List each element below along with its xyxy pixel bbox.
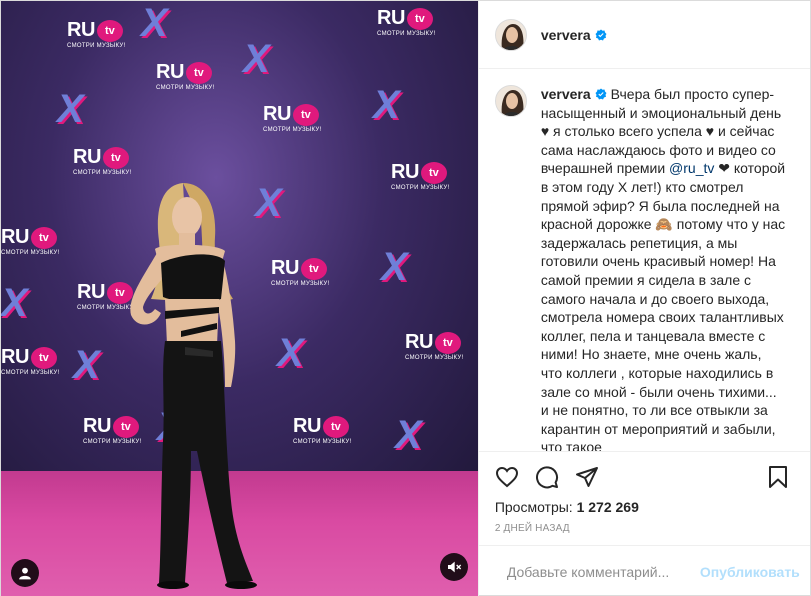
ru-tv-logo: RU tv СМОТРИ МУЗЫКУ! bbox=[377, 7, 436, 37]
comment-input[interactable] bbox=[506, 563, 688, 580]
send-icon bbox=[575, 466, 598, 487]
comment-icon bbox=[535, 465, 558, 488]
comment-form: Опубликовать bbox=[478, 545, 810, 596]
user-icon bbox=[19, 567, 31, 580]
post-container: RU tv СМОТРИ МУЗЫКУ! RU tv СМОТРИ МУЗЫКУ! … bbox=[0, 0, 811, 596]
like-button[interactable] bbox=[487, 457, 527, 497]
avatar[interactable] bbox=[494, 85, 527, 117]
ru-tv-logo: RU tv СМОТРИ МУЗЫКУ! bbox=[73, 146, 132, 176]
mute-button[interactable] bbox=[439, 553, 468, 581]
save-button[interactable] bbox=[758, 457, 798, 497]
ru-tv-logo: RU tv СМОТРИ МУЗЫКУ! bbox=[405, 331, 464, 361]
x-award-logo: X bbox=[141, 1, 168, 45]
view-count: Просмотры: 1 272 269 bbox=[479, 495, 810, 515]
ru-tv-logo: RU tv СМОТРИ МУЗЫКУ! bbox=[156, 61, 215, 91]
comment-button[interactable] bbox=[527, 457, 567, 497]
ru-tv-logo: RU tv СМОТРИ МУЗЫКУ! bbox=[263, 103, 322, 133]
x-award-logo: X bbox=[57, 87, 84, 131]
action-bar bbox=[478, 451, 810, 497]
x-award-logo: X bbox=[373, 83, 400, 127]
post-comment-button[interactable]: Опубликовать bbox=[700, 564, 800, 580]
share-button[interactable] bbox=[567, 457, 607, 497]
ru-tv-logo: RU tv СМОТРИ МУЗЫКУ! bbox=[391, 161, 450, 191]
caption-text-end: ❤ которой в этом году X лет!) кто смотре… bbox=[540, 160, 786, 451]
post-timestamp[interactable]: 2 дней назад bbox=[479, 515, 810, 534]
ru-tv-logo: RU tv СМОТРИ МУЗЫКУ! bbox=[1, 226, 60, 256]
post-caption: ververa Вчера был просто супер-насыщенны… bbox=[541, 85, 786, 451]
post-header: ververa bbox=[478, 1, 810, 69]
x-award-logo: X bbox=[381, 245, 408, 289]
x-award-logo: X bbox=[395, 413, 422, 457]
tagged-users-button[interactable] bbox=[11, 559, 39, 587]
bookmark-icon bbox=[769, 465, 787, 488]
heart-icon bbox=[495, 466, 518, 487]
x-award-logo: X bbox=[73, 343, 100, 387]
performer-figure bbox=[130, 183, 257, 589]
header-username[interactable]: ververa bbox=[541, 27, 591, 43]
mention-link[interactable]: @ru_tv bbox=[669, 160, 714, 176]
post-side-panel: ververa ververa Вчера был просто супер-н… bbox=[477, 1, 810, 596]
post-media[interactable]: RU tv СМОТРИ МУЗЫКУ! RU tv СМОТРИ МУЗЫКУ! … bbox=[1, 1, 478, 596]
views-value[interactable]: 1 272 269 bbox=[577, 499, 639, 515]
caption-section: ververa Вчера был просто супер-насыщенны… bbox=[479, 69, 810, 451]
verified-badge-icon bbox=[595, 29, 607, 40]
ru-tv-logo: RU tv СМОТРИ МУЗЫКУ! bbox=[67, 19, 126, 49]
views-label: Просмотры: bbox=[494, 499, 573, 515]
avatar[interactable] bbox=[494, 18, 527, 51]
ru-tv-logo: RU tv СМОТРИ МУЗЫКУ! bbox=[1, 346, 60, 376]
caption-username[interactable]: ververa bbox=[541, 86, 591, 102]
x-award-logo: X bbox=[1, 281, 28, 325]
x-award-logo: X bbox=[243, 37, 270, 81]
verified-badge-icon bbox=[595, 88, 607, 100]
sound-off-icon bbox=[447, 561, 461, 573]
